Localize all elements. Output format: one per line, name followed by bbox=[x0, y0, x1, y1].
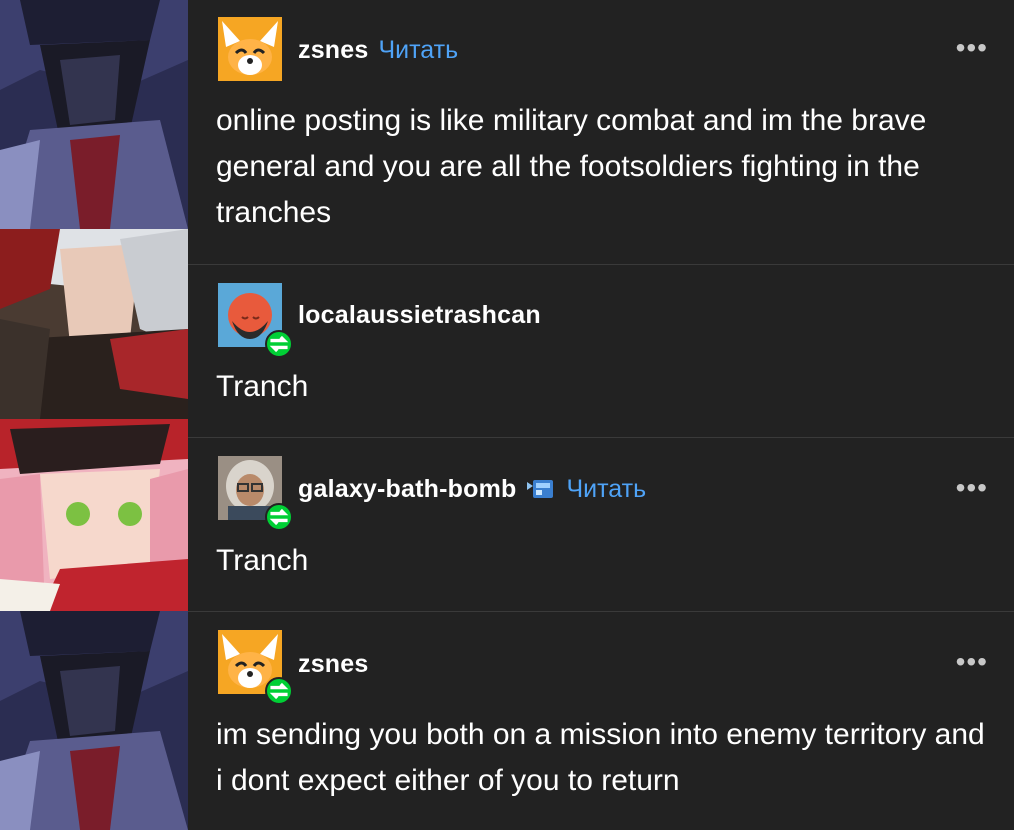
post-zsnes-original: zsnes Читать ••• online posting is like … bbox=[188, 0, 1014, 264]
post-body-text: online posting is like military combat a… bbox=[216, 104, 927, 229]
fox-avatar[interactable] bbox=[218, 17, 282, 81]
username[interactable]: zsnes bbox=[298, 36, 368, 65]
reblog-icon bbox=[265, 677, 293, 705]
post-header: zsnes Читать bbox=[298, 30, 458, 70]
anime-pink-hair-character-image bbox=[0, 419, 188, 611]
more-options-icon[interactable]: ••• bbox=[956, 474, 988, 502]
follow-button[interactable]: Читать bbox=[378, 36, 458, 65]
reblog-icon bbox=[265, 503, 293, 531]
post-header: zsnes bbox=[298, 644, 368, 684]
username[interactable]: galaxy-bath-bomb bbox=[298, 475, 517, 504]
orange-face-avatar[interactable] bbox=[218, 283, 293, 358]
left-avatar-strip bbox=[0, 0, 188, 830]
more-options-icon[interactable]: ••• bbox=[956, 648, 988, 676]
reblog-thread: zsnes Читать ••• online posting is like … bbox=[188, 0, 1014, 830]
reblog-icon bbox=[265, 330, 293, 358]
anime-hat-character-image-repeat bbox=[0, 611, 188, 830]
post-galaxy-bath-bomb-reblog: galaxy-bath-bomb Читать ••• Tranch bbox=[188, 438, 1014, 611]
blue-sticker-icon bbox=[526, 474, 557, 504]
post-body-text: im sending you both on a mission into en… bbox=[216, 718, 985, 797]
follow-button[interactable]: Читать bbox=[567, 475, 647, 504]
person-photo-avatar[interactable] bbox=[218, 456, 293, 531]
post-zsnes-reblog: zsnes ••• im sending you both on a missi… bbox=[188, 612, 1014, 830]
more-options-icon[interactable]: ••• bbox=[956, 34, 988, 62]
post-header: localaussietrashcan bbox=[298, 295, 541, 335]
fox-avatar[interactable] bbox=[218, 630, 293, 705]
username[interactable]: zsnes bbox=[298, 650, 368, 679]
post-header: galaxy-bath-bomb Читать bbox=[298, 469, 646, 509]
post-body-text: Tranch bbox=[216, 370, 309, 403]
post-localaussietrashcan-reblog: localaussietrashcan Tranch bbox=[188, 265, 1014, 437]
post-body-text: Tranch bbox=[216, 544, 309, 577]
anime-hat-character-image bbox=[0, 0, 188, 229]
anime-white-hair-character-image bbox=[0, 229, 188, 419]
username[interactable]: localaussietrashcan bbox=[298, 301, 541, 330]
